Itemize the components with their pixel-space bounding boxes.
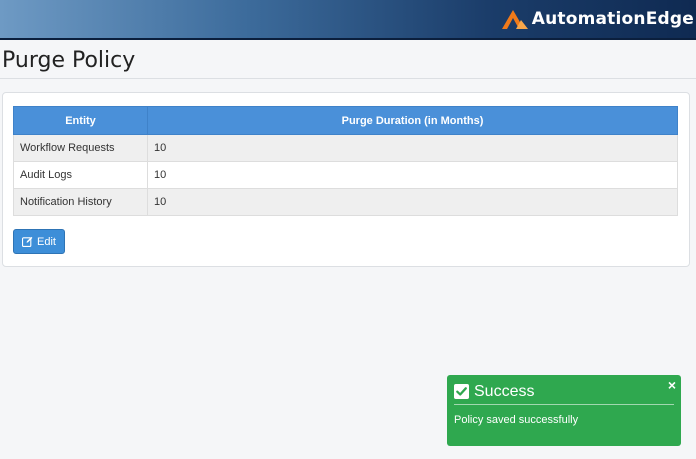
table-row: Audit Logs 10 [13, 161, 678, 189]
top-navbar: AutomationEdge [0, 0, 696, 40]
entity-cell: Workflow Requests [13, 134, 148, 162]
duration-cell: 10 [147, 134, 678, 162]
brand-name: AutomationEdge [531, 9, 694, 29]
brand[interactable]: AutomationEdge [500, 6, 694, 32]
purge-policy-table: Entity Purge Duration (in Months) Workfl… [13, 106, 678, 216]
automationedge-logo-icon [501, 10, 528, 29]
table-header-row: Entity Purge Duration (in Months) [13, 106, 678, 135]
page-header: Purge Policy [0, 42, 696, 79]
entity-cell: Notification History [13, 188, 148, 216]
page-title: Purge Policy [2, 48, 136, 73]
close-icon[interactable]: × [668, 377, 676, 393]
column-header-entity: Entity [13, 106, 148, 135]
entity-cell: Audit Logs [13, 161, 148, 189]
toast-title: Success [474, 382, 535, 400]
edit-button[interactable]: Edit [13, 229, 65, 254]
duration-cell: 10 [147, 161, 678, 189]
duration-cell: 10 [147, 188, 678, 216]
toast-header: Success [454, 381, 674, 405]
edit-icon [22, 236, 33, 247]
check-square-icon [454, 384, 469, 399]
purge-policy-panel: Entity Purge Duration (in Months) Workfl… [2, 92, 690, 267]
table-row: Workflow Requests 10 [13, 134, 678, 162]
toast-message: Policy saved successfully [454, 414, 579, 426]
table-row: Notification History 10 [13, 188, 678, 216]
success-toast: Success × Policy saved successfully [447, 375, 681, 446]
edit-button-label: Edit [37, 235, 56, 248]
column-header-purge-duration: Purge Duration (in Months) [147, 106, 678, 135]
